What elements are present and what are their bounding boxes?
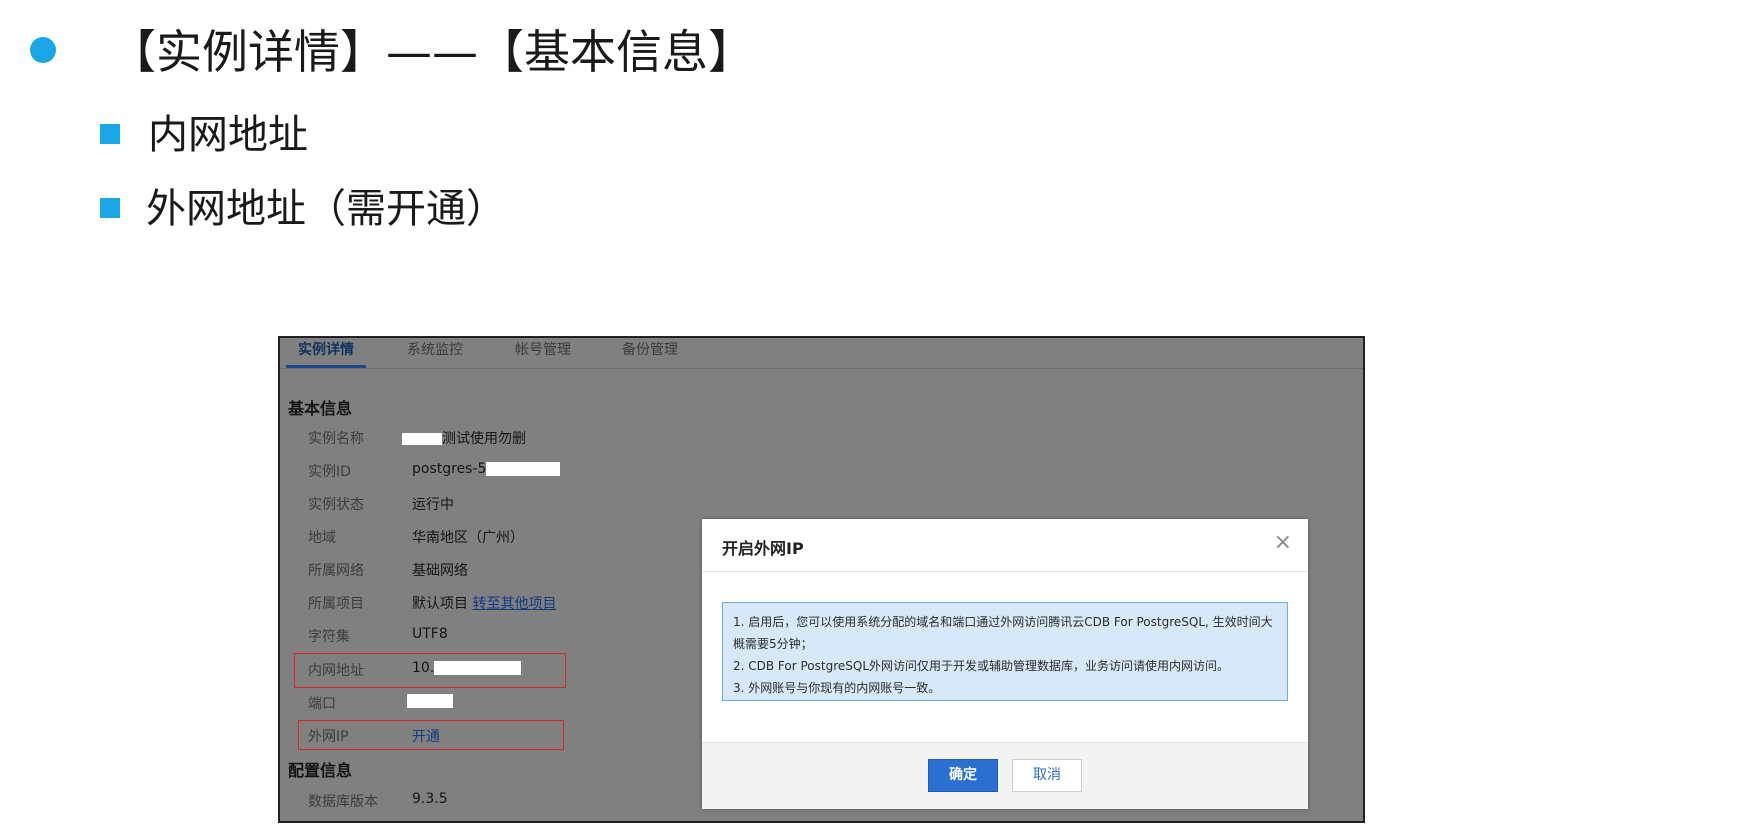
value-instance-id: postgres-5 — [412, 461, 561, 477]
bullet-square-icon — [100, 124, 120, 144]
bullet-item-internet: 外网地址（需开通） — [146, 186, 506, 232]
enable-public-ip-dialog: 开启外网IP × 1. 启用后，您可以使用系统分配的域名和端口通过外网访问腾讯云… — [702, 519, 1308, 809]
title-bullet-icon — [30, 37, 56, 63]
label-network: 所属网络 — [308, 563, 364, 579]
dialog-footer: 确定 取消 — [702, 742, 1308, 809]
notice-box: 1. 启用后，您可以使用系统分配的域名和端口通过外网访问腾讯云CDB For P… — [722, 602, 1288, 701]
section-basic-info: 基本信息 — [288, 399, 353, 418]
value-instance-name: 测试使用勿删 — [402, 428, 526, 448]
notice-line: 2. CDB For PostgreSQL外网访问仅用于开发或辅助管理数据库，业… — [733, 659, 1230, 673]
tab-instance-details[interactable]: 实例详情 — [286, 338, 366, 368]
tab-backup[interactable]: 备份管理 — [615, 338, 685, 368]
redaction-mask — [434, 661, 522, 675]
label-intranet-address: 内网地址 — [308, 663, 364, 679]
value-port — [407, 693, 453, 709]
value-intranet-address: 10. — [412, 660, 522, 676]
label-project: 所属项目 — [308, 596, 364, 612]
tab-monitoring[interactable]: 系统监控 — [400, 338, 470, 368]
notice-line: 1. 启用后，您可以使用系统分配的域名和端口通过外网访问腾讯云CDB For P… — [733, 615, 1273, 629]
enable-public-ip-link[interactable]: 开通 — [412, 726, 440, 746]
label-public-ip: 外网IP — [308, 729, 349, 745]
label-instance-status: 实例状态 — [308, 497, 364, 513]
console-screenshot: 实例详情 系统监控 帐号管理 备份管理 基本信息 实例名称 测试使用勿删 实例I… — [278, 336, 1365, 823]
section-config-info: 配置信息 — [288, 761, 353, 780]
label-charset: 字符集 — [308, 629, 350, 645]
move-project-link[interactable]: 转至其他项目 — [472, 596, 556, 612]
bullet-item-intranet: 内网地址 — [148, 112, 308, 158]
dialog-header: 开启外网IP × — [702, 519, 1308, 572]
value-network: 基础网络 — [412, 563, 468, 579]
value-charset: UTF8 — [412, 626, 448, 642]
redaction-mask — [486, 462, 561, 476]
redaction-mask — [402, 433, 442, 445]
label-port: 端口 — [308, 696, 336, 712]
value-db-version: 9.3.5 — [412, 791, 448, 807]
tab-bar: 实例详情 系统监控 帐号管理 备份管理 — [280, 338, 1363, 369]
label-instance-id: 实例ID — [308, 464, 351, 480]
label-db-version: 数据库版本 — [308, 794, 378, 810]
bullet-square-icon — [100, 198, 120, 218]
slide-title: 【实例详情】——【基本信息】 — [110, 25, 754, 79]
notice-line: 3. 外网账号与你现有的内网账号一致。 — [733, 681, 941, 695]
dialog-title: 开启外网IP — [722, 539, 804, 558]
value-instance-status: 运行中 — [412, 497, 454, 513]
value-region: 华南地区（广州） — [412, 530, 524, 546]
label-region: 地域 — [308, 530, 336, 546]
cancel-button[interactable]: 取消 — [1012, 759, 1082, 792]
close-icon[interactable]: × — [1274, 531, 1292, 555]
redaction-mask — [407, 694, 453, 708]
label-instance-name: 实例名称 — [308, 431, 364, 447]
tab-accounts[interactable]: 帐号管理 — [508, 338, 578, 368]
value-project: 默认项目 转至其他项目 — [412, 596, 557, 612]
notice-line: 概需要5分钟； — [733, 637, 813, 651]
confirm-button[interactable]: 确定 — [928, 759, 998, 792]
